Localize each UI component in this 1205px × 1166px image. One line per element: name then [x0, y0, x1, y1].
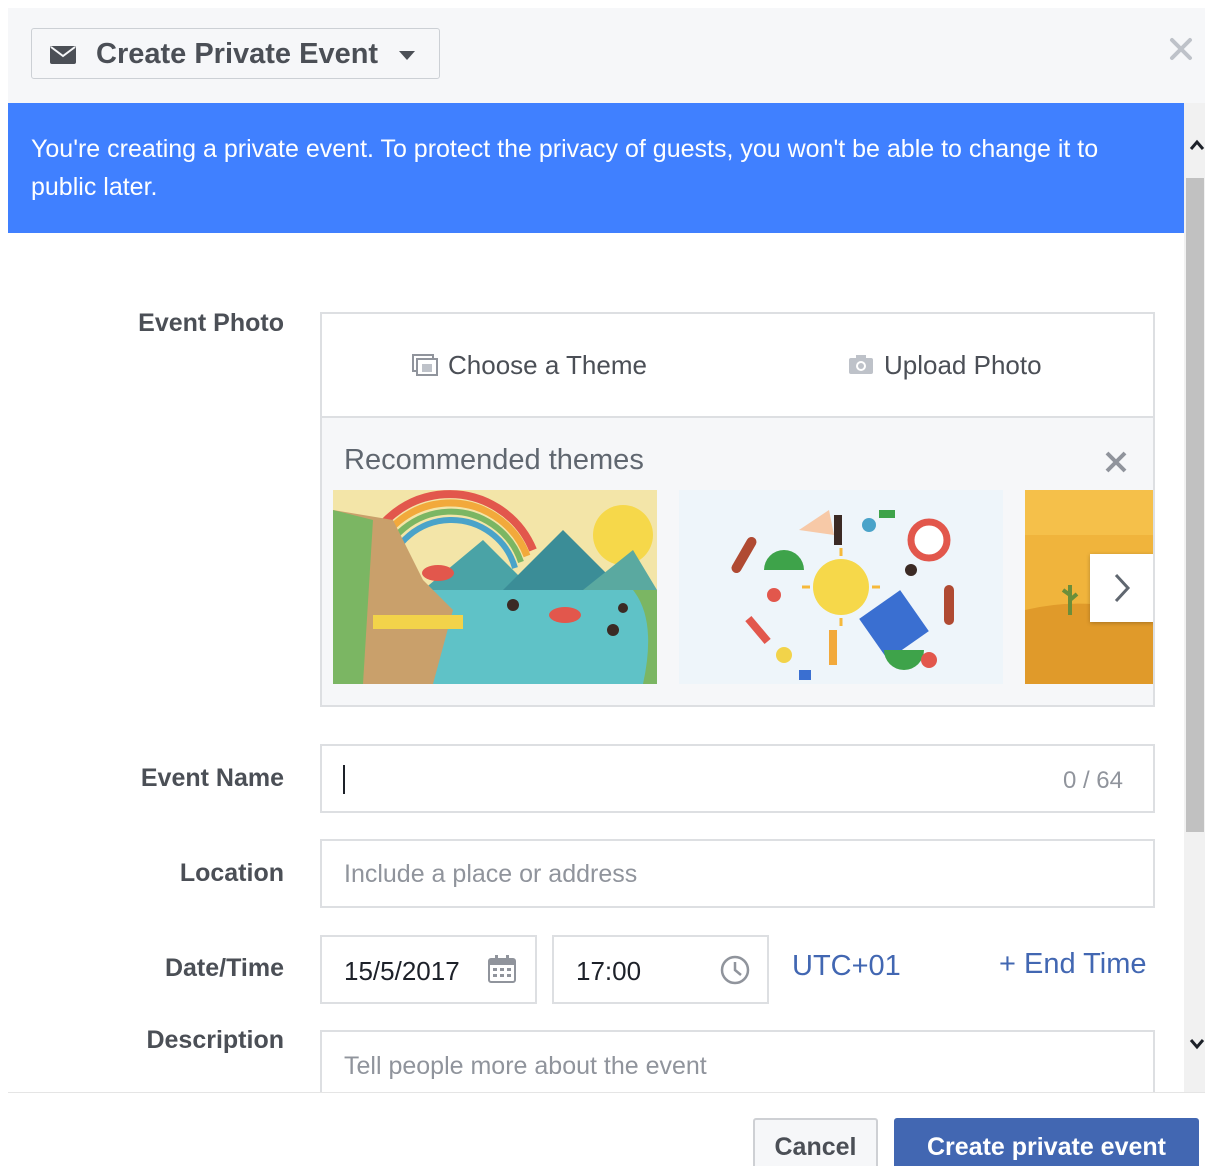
- event-name-field[interactable]: 0 / 64: [320, 744, 1155, 813]
- date-value: 15/5/2017: [344, 956, 460, 986]
- close-icon[interactable]: [1168, 36, 1194, 62]
- theme-icon: [412, 354, 438, 376]
- tab-upload-photo[interactable]: Upload Photo: [849, 350, 1042, 381]
- envelope-icon: [50, 46, 76, 64]
- scrollbar-thumb[interactable]: [1186, 178, 1204, 832]
- create-private-event-button[interactable]: Create private event: [894, 1118, 1199, 1166]
- tab-choose-theme[interactable]: Choose a Theme: [412, 350, 647, 381]
- event-type-dropdown[interactable]: Create Private Event: [31, 28, 440, 79]
- lake-illustration: [333, 490, 657, 684]
- text-cursor: [343, 765, 345, 794]
- add-end-time-link[interactable]: + End Time: [999, 948, 1147, 981]
- dialog-title: Create Private Event: [96, 38, 379, 70]
- tab-choose-theme-label: Choose a Theme: [448, 350, 647, 380]
- camera-icon: [849, 355, 873, 374]
- theme-thumbnail-summer[interactable]: [679, 490, 1003, 684]
- date-field[interactable]: 15/5/2017: [320, 935, 537, 1004]
- scroll-down-icon[interactable]: [1189, 1035, 1205, 1051]
- notice-text: You're creating a private event. To prot…: [31, 135, 1099, 201]
- chevron-down-icon: [399, 51, 415, 60]
- time-field[interactable]: 17:00: [552, 935, 769, 1004]
- close-themes-icon[interactable]: [1104, 450, 1128, 474]
- description-placeholder: Tell people more about the event: [344, 1052, 707, 1080]
- private-event-notice: You're creating a private event. To prot…: [8, 103, 1184, 233]
- chevron-right-icon: [1114, 573, 1131, 603]
- location-placeholder: Include a place or address: [344, 860, 638, 888]
- themes-next-button[interactable]: [1090, 554, 1153, 622]
- recommended-themes: Recommended themes: [322, 418, 1153, 705]
- location-field[interactable]: Include a place or address: [320, 839, 1155, 908]
- calendar-icon[interactable]: [487, 954, 517, 984]
- character-counter: 0 / 64: [1062, 767, 1123, 794]
- event-photo-label: Event Photo: [138, 309, 284, 337]
- location-label: Location: [179, 859, 284, 887]
- scroll-up-icon[interactable]: [1189, 138, 1205, 154]
- clock-icon[interactable]: [719, 954, 751, 986]
- datetime-label: Date/Time: [164, 954, 284, 982]
- timezone-link[interactable]: UTC+01: [792, 950, 901, 983]
- event-photo-box: Choose a Theme Upload Photo Recommended …: [320, 312, 1155, 707]
- recommended-themes-title: Recommended themes: [344, 444, 644, 476]
- cancel-button[interactable]: Cancel: [753, 1118, 878, 1166]
- time-value: 17:00: [576, 956, 642, 986]
- dialog-footer: Cancel Create private event: [8, 1092, 1205, 1166]
- photo-tabs: Choose a Theme Upload Photo: [322, 314, 1153, 418]
- theme-thumbnail-lake[interactable]: [333, 490, 657, 684]
- dialog-header: Create Private Event: [8, 8, 1205, 103]
- summer-illustration: [679, 490, 1003, 684]
- tab-upload-photo-label: Upload Photo: [884, 350, 1042, 380]
- event-name-label: Event Name: [140, 764, 284, 792]
- description-label: Description: [146, 1026, 284, 1054]
- create-event-dialog: Create Private Event You're creating a p…: [8, 8, 1205, 1166]
